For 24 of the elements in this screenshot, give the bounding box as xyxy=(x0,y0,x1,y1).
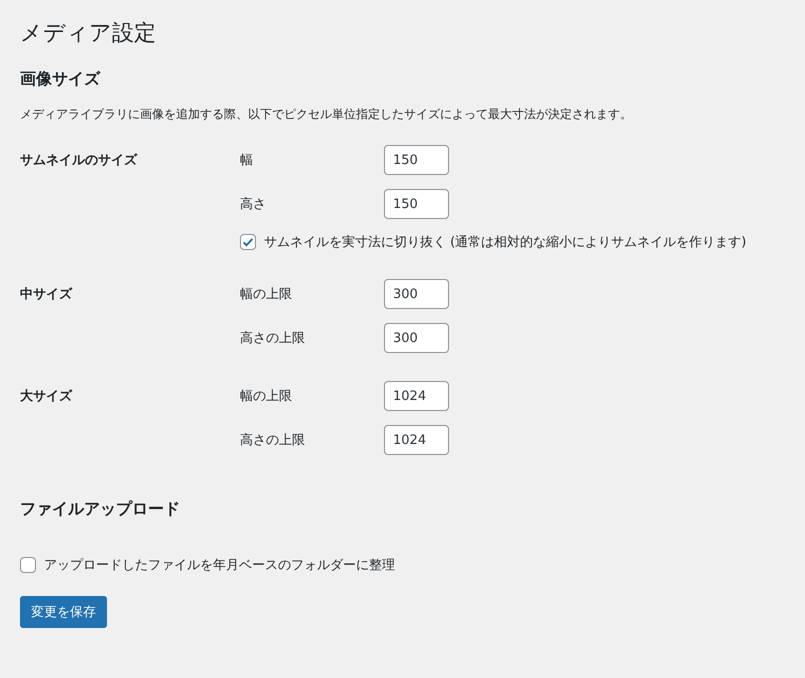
number-field[interactable]: 150 xyxy=(384,189,449,220)
field-label: 幅の上限 xyxy=(240,286,293,304)
number-field[interactable]: 150 xyxy=(384,145,449,176)
field-label: 高さの上限 xyxy=(240,330,306,348)
number-field[interactable]: 1024 xyxy=(384,425,449,456)
setting-label: サムネイルのサイズ xyxy=(20,153,137,168)
field-label: 幅 xyxy=(240,152,254,170)
number-field[interactable]: 1024 xyxy=(384,381,449,412)
section-heading: 画像サイズ xyxy=(20,68,102,90)
setting-label: 中サイズ xyxy=(20,287,72,302)
checkbox[interactable] xyxy=(20,557,36,574)
checkbox[interactable] xyxy=(240,234,256,250)
field-label: 高さの上限 xyxy=(240,432,306,450)
setting-label: 大サイズ xyxy=(20,389,72,404)
number-field[interactable]: 300 xyxy=(384,323,449,354)
field-label: 高さ xyxy=(240,196,267,214)
section-description: メディアライブラリに画像を追加する際、以下でピクセル単位指定したサイズによって最大寸法が決定されます。 xyxy=(20,106,633,124)
checkbox-label: アップロードしたファイルを年月ベースのフォルダーに整理 xyxy=(44,557,395,574)
number-field[interactable]: 300 xyxy=(384,279,449,310)
save-button[interactable]: 変更を保存 xyxy=(20,596,107,628)
field-label: 幅の上限 xyxy=(240,388,293,406)
section-heading: ファイルアップロード xyxy=(20,499,181,520)
checkbox-label: サムネイルを実寸法に切り抜く (通常は相対的な縮小によりサムネイルを作ります) xyxy=(264,234,746,252)
page-title: メディア設定 xyxy=(20,20,157,48)
